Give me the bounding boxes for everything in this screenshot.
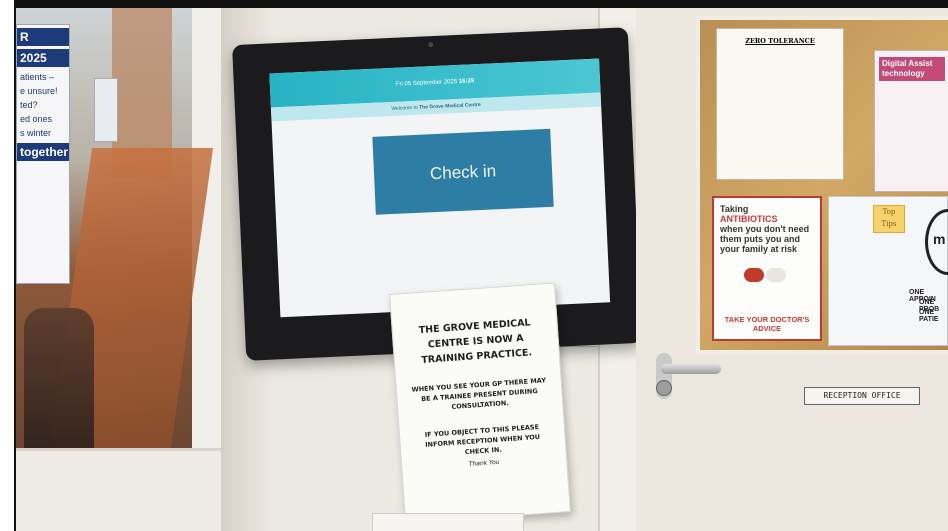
poster-line: Taking — [720, 204, 749, 214]
nhs-poster-year: 2025 — [17, 49, 69, 67]
tips-badge: Top Tips — [873, 205, 905, 233]
door-handle[interactable] — [661, 364, 721, 374]
kiosk-time: 16:29 — [458, 78, 475, 85]
practice-name: The Grove Medical Centre — [418, 101, 481, 111]
nhs-poster-r: R — [17, 28, 69, 46]
keyhole-icon — [656, 380, 672, 396]
nhs-poster-together: together — [17, 143, 69, 161]
photo-scene: R 2025 atients – e unsure! ted? ed ones … — [16, 8, 948, 531]
sign-title: THE GROVE MEDICAL CENTRE IS NOW A TRAINI… — [418, 317, 533, 366]
notice-heading: Digital Assist technology — [879, 57, 945, 81]
hanging-coat — [24, 308, 94, 448]
nhs-poster-text: s winter — [20, 128, 52, 138]
antibiotics-poster: Taking ANTIBIOTICS when you don't need t… — [712, 196, 822, 341]
poster-footer: TAKE YOUR DOCTOR'S ADVICE — [724, 315, 810, 333]
left-border — [0, 0, 16, 531]
nhs-poster-text: ted? — [20, 100, 38, 110]
corridor-poster — [94, 78, 118, 142]
nhs-poster-text: atients – — [20, 72, 55, 82]
nhs-poster-text: e unsure! — [20, 86, 58, 96]
kiosk-screen: Fri 05 September 2025 16:29 Welcome to T… — [269, 58, 611, 318]
window-glass: R 2025 atients – e unsure! ted? ed ones … — [16, 8, 214, 448]
reception-office-plate: RECEPTION OFFICE — [804, 387, 920, 405]
training-practice-sign: THE GROVE MEDICAL CENTRE IS NOW A TRAINI… — [389, 282, 571, 524]
top-tips-poster: Top Tips m ONE APPOIN ONE PROB ONE PATIE — [828, 196, 948, 346]
stand-base — [372, 513, 524, 531]
notice-text — [875, 87, 948, 91]
tips-line: ONE PATIE — [919, 309, 939, 323]
digital-assist-notice: Digital Assist technology — [874, 50, 948, 192]
top-border — [0, 0, 948, 8]
poster-line: ANTIBIOTICS — [720, 214, 778, 224]
camera-icon — [428, 42, 434, 48]
kiosk-date: Fri 05 September 2025 — [395, 78, 458, 88]
pills-icon — [744, 268, 788, 286]
nhs-poster: R 2025 atients – e unsure! ted? ed ones … — [16, 24, 70, 284]
check-in-button[interactable]: Check in — [372, 128, 554, 215]
window-sill — [16, 448, 221, 531]
poster-line: when you don't need them puts you and yo… — [720, 224, 810, 254]
clock-text: m — [933, 231, 946, 247]
nhs-poster-text: ed ones — [20, 114, 53, 124]
welcome-prefix: Welcome to — [391, 104, 418, 112]
sign-paragraph: WHEN YOU SEE YOUR GP THERE MAY BE A TRAI… — [411, 376, 547, 411]
sign-paragraph: IF YOU OBJECT TO THIS PLEASE INFORM RECE… — [424, 422, 541, 457]
notice-heading: ZERO TOLERANCE — [745, 37, 815, 45]
zero-tolerance-notice: ZERO TOLERANCE — [716, 28, 844, 180]
poster-heading: Taking ANTIBIOTICS when you don't need t… — [720, 204, 814, 254]
